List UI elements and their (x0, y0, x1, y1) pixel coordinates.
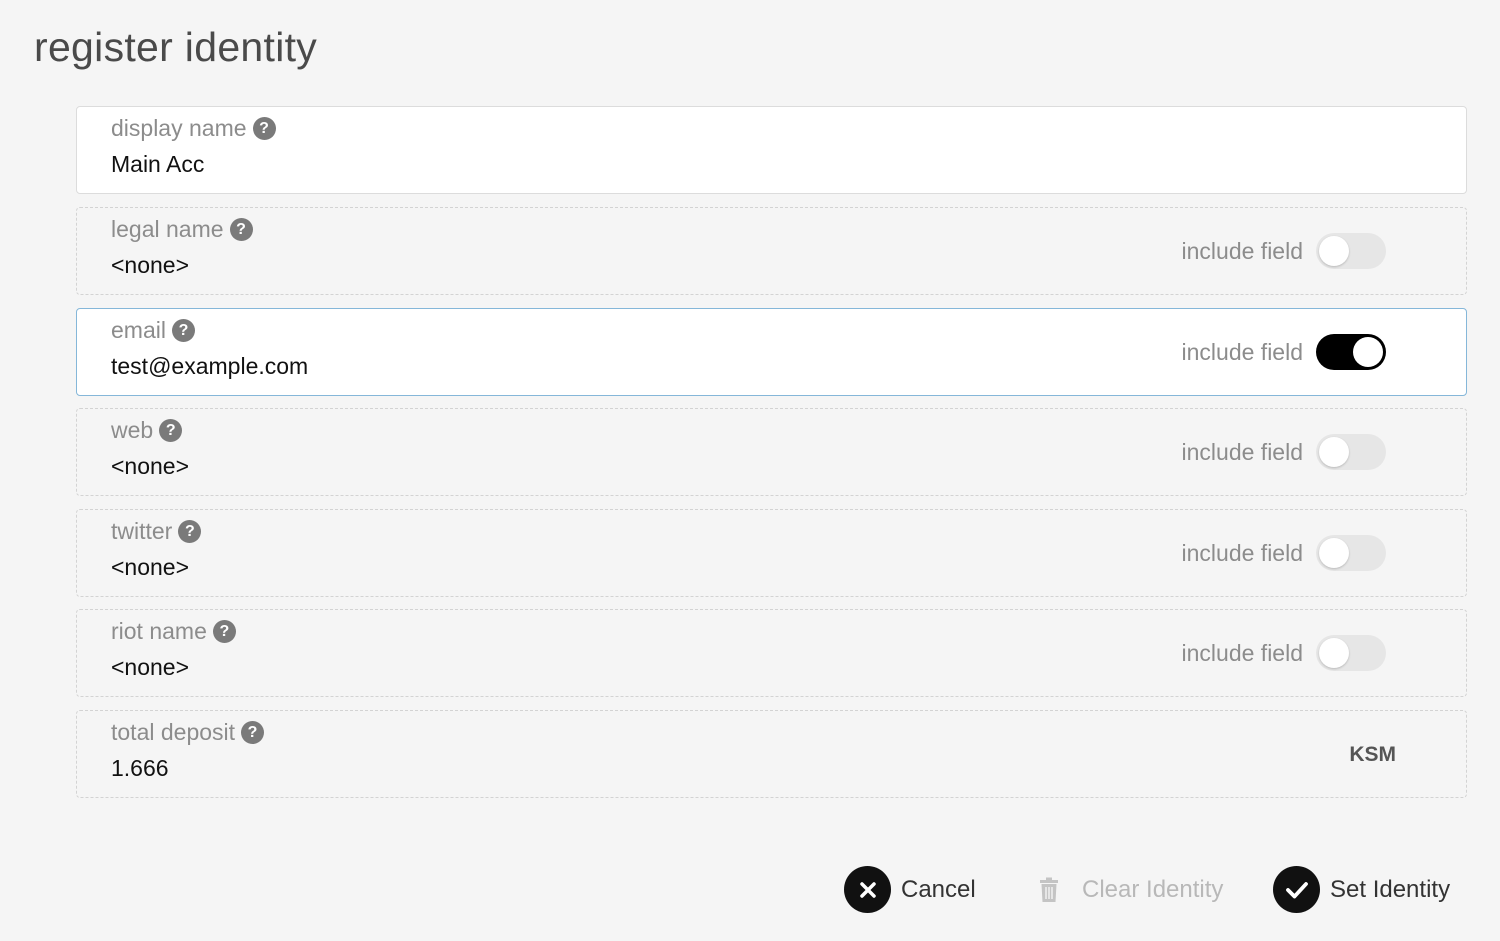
toggle-knob (1319, 437, 1349, 467)
set-identity-label: Set Identity (1330, 875, 1451, 903)
include-twitter-toggle[interactable] (1316, 535, 1386, 571)
help-icon[interactable]: ? (159, 419, 183, 442)
help-icon[interactable]: ? (229, 218, 253, 241)
field-label: email (111, 317, 166, 343)
include-field-label: include field (1181, 237, 1303, 264)
close-icon (844, 866, 891, 913)
deposit-unit: KSM (1349, 743, 1396, 766)
trash-icon (1025, 866, 1072, 913)
display-name-field[interactable]: display name ? (76, 106, 1467, 194)
include-field-label: include field (1181, 639, 1303, 666)
clear-identity-label: Clear Identity (1082, 875, 1224, 903)
toggle-knob (1353, 337, 1383, 367)
riot-name-field: riot name ? <none> include field (76, 609, 1467, 697)
action-bar: Cancel Clear Identity Set Identity (0, 866, 1500, 916)
email-field[interactable]: email ? include field (76, 308, 1467, 396)
include-legal-name-toggle[interactable] (1316, 233, 1386, 269)
include-email-toggle[interactable] (1316, 334, 1386, 370)
web-value: <none> (111, 453, 190, 479)
web-field: web ? <none> include field (76, 408, 1467, 496)
field-label: twitter (111, 518, 173, 544)
toggle-knob (1319, 638, 1349, 668)
email-input[interactable] (111, 353, 1011, 380)
set-identity-button[interactable]: Set Identity (1273, 866, 1450, 913)
help-icon[interactable]: ? (241, 721, 265, 744)
help-icon[interactable]: ? (178, 520, 202, 543)
include-web-toggle[interactable] (1316, 434, 1386, 470)
checkmark-icon (1273, 866, 1320, 913)
field-label: display name (111, 115, 247, 141)
page-title: register identity (34, 24, 318, 70)
toggle-knob (1319, 236, 1349, 266)
help-icon[interactable]: ? (252, 117, 276, 140)
display-name-input[interactable] (111, 151, 1011, 178)
help-icon[interactable]: ? (171, 319, 195, 342)
field-label: web (111, 417, 154, 443)
include-field-label: include field (1181, 438, 1303, 465)
toggle-knob (1319, 538, 1349, 568)
cancel-label: Cancel (901, 875, 976, 903)
riot-name-value: <none> (111, 654, 190, 680)
clear-identity-button[interactable]: Clear Identity (1025, 866, 1223, 913)
total-deposit-field: total deposit ? 1.666 KSM (76, 710, 1467, 798)
include-field-label: include field (1181, 338, 1303, 365)
include-field-label: include field (1181, 539, 1303, 566)
twitter-field: twitter ? <none> include field (76, 509, 1467, 597)
total-deposit-value: 1.666 (111, 755, 169, 781)
include-riot-name-toggle[interactable] (1316, 635, 1386, 671)
field-label: total deposit (111, 719, 236, 745)
legal-name-field: legal name ? <none> include field (76, 207, 1467, 295)
field-label: legal name (111, 216, 224, 242)
help-icon[interactable]: ? (212, 620, 236, 643)
cancel-button[interactable]: Cancel (844, 866, 976, 913)
field-label: riot name (111, 618, 207, 644)
legal-name-value: <none> (111, 252, 190, 278)
twitter-value: <none> (111, 554, 190, 580)
